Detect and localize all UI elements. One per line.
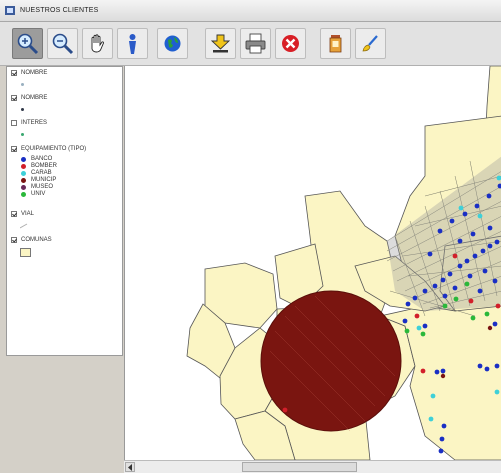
category-label: MUSEO — [31, 184, 54, 190]
pan-button[interactable] — [82, 28, 113, 59]
layer-checkbox[interactable] — [11, 70, 17, 76]
brush-icon — [362, 35, 378, 52]
category-dot — [21, 171, 26, 176]
layer-label: VIAL — [21, 211, 35, 217]
window-title: NUESTROS CLIENTES — [20, 7, 99, 14]
point-symbol-icon — [21, 108, 24, 111]
category-dot — [21, 185, 26, 190]
add-layer-button[interactable] — [205, 28, 236, 59]
jar-icon — [329, 35, 342, 53]
legend-empty-area — [0, 356, 123, 473]
layer-checkbox[interactable] — [11, 237, 17, 243]
zoom-out-icon — [52, 33, 74, 55]
full-extent-button[interactable] — [157, 28, 188, 59]
legend-panel: NOMBRE NOMBRE INTERES EQUIPAMIENTO (TIPO… — [6, 66, 123, 356]
print-button[interactable] — [240, 28, 271, 59]
layer-checkbox[interactable] — [11, 211, 17, 217]
hand-icon — [91, 34, 104, 53]
layer-label: NOMBRE — [21, 95, 48, 101]
category-label: BOMBER — [31, 163, 58, 169]
category-dot — [21, 164, 26, 169]
polygon-symbol-icon — [20, 248, 31, 257]
point-symbol-icon — [21, 133, 24, 136]
close-icon — [282, 35, 299, 52]
category-dot — [21, 157, 26, 162]
layer-label: EQUIPAMIENTO (TIPO) — [21, 146, 87, 152]
zoom-out-button[interactable] — [47, 28, 78, 59]
layer-label: NOMBRE — [21, 70, 48, 76]
app-icon — [5, 6, 15, 15]
category-label: CARAB — [31, 170, 52, 176]
category-dot — [21, 192, 26, 197]
map-canvas[interactable] — [124, 66, 501, 460]
zoom-in-button[interactable] — [12, 28, 43, 59]
category-dot — [21, 178, 26, 183]
layer-checkbox[interactable] — [11, 120, 17, 126]
category-label: MUNICIP — [31, 177, 57, 183]
query-button[interactable] — [320, 28, 351, 59]
scroll-left-button[interactable] — [125, 462, 135, 472]
title-bar: NUESTROS CLIENTES — [0, 0, 501, 22]
line-symbol-icon — [20, 223, 28, 229]
clear-button[interactable] — [355, 28, 386, 59]
zoom-in-icon — [17, 33, 39, 55]
identify-button[interactable] — [117, 28, 148, 59]
horizontal-scrollbar[interactable] — [124, 460, 501, 473]
add-layer-icon — [210, 34, 231, 53]
globe-icon — [164, 35, 181, 52]
scroll-thumb[interactable] — [242, 462, 357, 472]
delete-button[interactable] — [275, 28, 306, 59]
category-label: BANCO — [31, 156, 53, 162]
layer-checkbox[interactable] — [11, 146, 17, 152]
chevron-left-icon — [128, 464, 132, 471]
map-drawing — [186, 66, 501, 460]
layer-checkbox[interactable] — [11, 95, 17, 101]
printer-icon — [245, 33, 266, 54]
category-label: UNIV — [31, 191, 46, 197]
layer-label: INTERES — [21, 120, 48, 126]
toolbar — [0, 22, 501, 66]
layer-label: COMUNAS — [21, 237, 52, 243]
point-symbol-icon — [21, 83, 24, 86]
person-icon — [129, 34, 136, 54]
